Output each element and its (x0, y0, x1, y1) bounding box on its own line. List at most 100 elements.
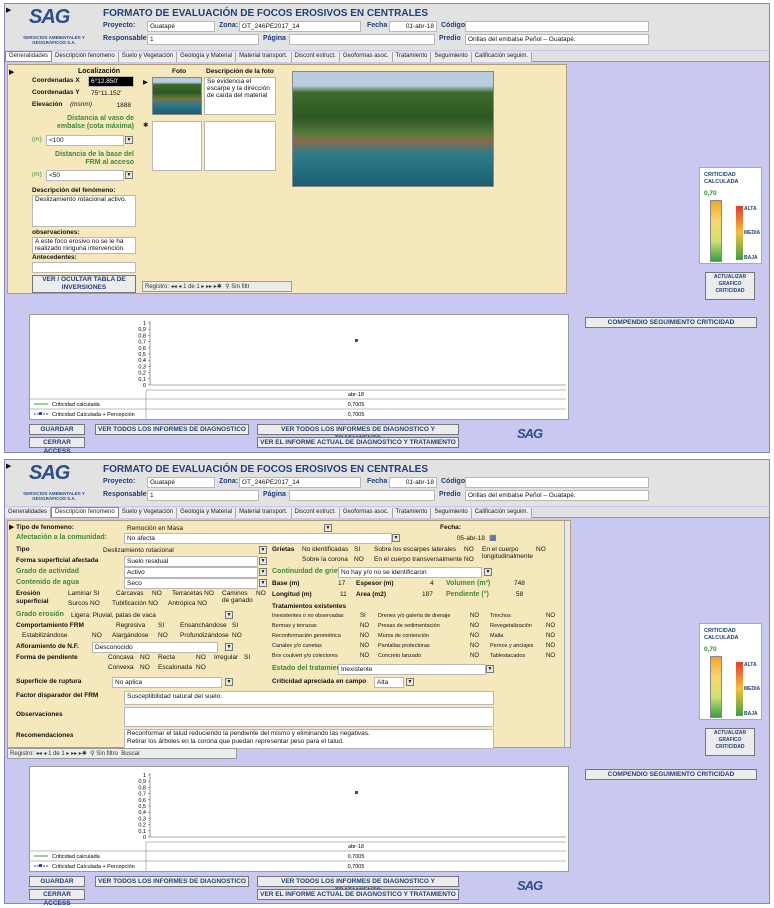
responsable-field[interactable]: 1 (147, 490, 259, 501)
convexa-value[interactable]: NO (140, 664, 150, 671)
dropdown-arrow-icon[interactable]: ▼ (225, 643, 233, 651)
profund-value[interactable]: NO (232, 632, 242, 639)
guardar-button[interactable]: GUARDAR (29, 876, 85, 887)
afectacion-field[interactable]: No afecta (124, 533, 392, 544)
trat-value[interactable]: NO (470, 653, 479, 659)
en-cuerpo-trans-value[interactable]: NO (464, 556, 474, 563)
codigo-field[interactable] (465, 21, 649, 32)
trat-value[interactable]: NO (360, 643, 369, 649)
carcavas-value[interactable]: NO (152, 590, 162, 597)
tab-suelo[interactable]: Suelo y Vegetación (118, 52, 178, 62)
tab-geologia[interactable]: Geología y Material (177, 508, 237, 518)
tipo-field[interactable]: Deslizamiento rotacional (100, 545, 258, 556)
tab-discont[interactable]: Discont estruct. (291, 52, 340, 62)
ver-diag-trat-button[interactable]: VER TODOS LOS INFORMES DE DIAGNOSTICO Y … (257, 424, 459, 442)
trat-value[interactable]: NO (360, 653, 369, 659)
tab-suelo[interactable]: Suelo y Vegetación (118, 508, 178, 518)
tab-material[interactable]: Material transport. (236, 508, 292, 518)
factor-field[interactable]: Susceptibilidad natural del suelo. (124, 691, 494, 705)
dropdown-arrow-icon[interactable]: ▼ (125, 171, 133, 179)
trat-value[interactable]: NO (360, 623, 369, 629)
dropdown-arrow-icon[interactable]: ▼ (324, 524, 332, 532)
fecha-field[interactable]: 01-abr-18 (389, 477, 437, 488)
zona-field[interactable]: GT_246PE2017_14 (239, 477, 361, 488)
codigo-field[interactable] (465, 477, 649, 488)
crit-campo-field[interactable]: Alta (374, 677, 404, 688)
record-navigator[interactable]: Registro: ◂◂ ◂ 1 de 1 ▸ ▸▸ ▸✱ ⚲ Sin filt… (142, 281, 292, 292)
compendio-button[interactable]: COMPENDIO SEGUIMIENTO CRITICIDAD (585, 769, 757, 780)
cerrar-access-button[interactable]: CERRAR ACCESS (29, 889, 85, 907)
estabil-value[interactable]: NO (92, 632, 102, 639)
record-selector[interactable]: ▶ (9, 68, 14, 76)
responsable-field[interactable]: 1 (147, 34, 259, 45)
tab-seguimiento[interactable]: Seguimiento (431, 508, 472, 518)
tab-seguimiento[interactable]: Seguimiento (431, 52, 472, 62)
en-cuerpo-long-value[interactable]: NO (536, 546, 546, 553)
record-selector[interactable]: ▶ (143, 78, 148, 86)
tab-material[interactable]: Material transport. (236, 52, 292, 62)
contenido-field[interactable]: Seco (124, 578, 258, 589)
record-navigator[interactable]: Registro: ◂◂ ◂ 1 de 1 ▸ ▸▸ ▸✱ ⚲ Sin filt… (7, 748, 237, 759)
recta-value[interactable]: NO (196, 654, 206, 661)
dist-vaso-field[interactable]: <100 (46, 135, 124, 146)
pagina-field[interactable] (289, 490, 435, 501)
coord-x-field[interactable]: 6°12.850' (88, 76, 134, 87)
antecedentes-field[interactable] (32, 262, 136, 273)
dist-base-field[interactable]: <50 (46, 170, 124, 181)
trat-value[interactable]: NO (470, 613, 479, 619)
ver-informe-actual-button[interactable]: VER EL INFORME ACTUAL DE DIAGNOSTICO Y T… (257, 889, 459, 900)
regresiva-value[interactable]: SI (158, 622, 164, 629)
trat-value[interactable]: NO (360, 633, 369, 639)
tab-geologia[interactable]: Geología y Material (177, 52, 237, 62)
proyecto-field[interactable]: Guatapé (147, 477, 215, 488)
dropdown-arrow-icon[interactable]: ▼ (392, 534, 400, 542)
concava-value[interactable]: NO (140, 654, 150, 661)
proyecto-field[interactable]: Guatapé (147, 21, 215, 32)
elevacion-field[interactable]: 1888 (98, 100, 134, 111)
tab-tratamiento[interactable]: Tratamiento (392, 508, 432, 518)
photo-empty[interactable] (152, 121, 202, 171)
escalonada-value[interactable]: NO (196, 664, 206, 671)
trat-value[interactable]: NO (470, 633, 479, 639)
dropdown-arrow-icon[interactable]: ▼ (259, 557, 267, 565)
trat-value[interactable]: NO (546, 653, 555, 659)
dropdown-arrow-icon[interactable]: ▼ (486, 665, 494, 673)
actualizar-grafico-button[interactable]: ACTUALIZAR GRAFICO CRITICIDAD (705, 272, 755, 300)
tab-descripcion[interactable]: Descripción fenomeno (51, 507, 119, 517)
ver-informe-actual-button[interactable]: VER EL INFORME ACTUAL DE DIAGNOSTICO Y T… (257, 437, 459, 448)
irregular-value[interactable]: SI (244, 654, 250, 661)
observaciones-field[interactable]: A este foco erosivo no se le ha realizad… (32, 237, 136, 254)
dropdown-arrow-icon[interactable]: ▼ (259, 579, 267, 587)
ver-diagnostico-button[interactable]: VER TODOS LOS INFORMES DE DIAGNOSTICO (95, 876, 249, 887)
dropdown-arrow-icon[interactable]: ▼ (484, 568, 492, 576)
calendar-icon[interactable]: ▦ (489, 533, 497, 542)
trat-value[interactable]: NO (546, 613, 555, 619)
compendio-button[interactable]: COMPENDIO SEGUIMIENTO CRITICIDAD (585, 317, 757, 328)
desc-foto-empty[interactable] (204, 121, 276, 171)
caminos-value[interactable]: NO (256, 590, 266, 597)
ensanch-value[interactable]: SI (232, 622, 238, 629)
longitud-value[interactable]: 11 (340, 591, 347, 598)
grado-act-field[interactable]: Activo (124, 567, 258, 578)
zona-field[interactable]: GT_246PE2017_14 (239, 21, 361, 32)
trat-value[interactable]: NO (546, 633, 555, 639)
tab-calificacion[interactable]: Calificación seguim. (471, 52, 533, 62)
record-selector[interactable]: ▶ (6, 6, 11, 14)
observaciones-desc-field[interactable] (124, 707, 494, 727)
base-value[interactable]: 17 (338, 580, 345, 587)
espesor-value[interactable]: 4 (430, 580, 434, 587)
tab-discont[interactable]: Discont estruct. (291, 508, 340, 518)
ver-diagnostico-button[interactable]: VER TODOS LOS INFORMES DE DIAGNOSTICO (95, 424, 249, 435)
trat-value[interactable]: NO (470, 643, 479, 649)
ver-ocultar-inversiones-button[interactable]: VER / OCULTAR TABLA DE INVERSIONES (32, 275, 136, 293)
trat-value[interactable]: NO (546, 623, 555, 629)
dropdown-arrow-icon[interactable]: ▼ (225, 678, 233, 686)
volumen-value[interactable]: 748 (514, 580, 525, 587)
trat-value[interactable]: SI (360, 613, 366, 619)
pagina-field[interactable] (289, 34, 435, 45)
sup-rup-field[interactable]: No aplica (112, 677, 222, 688)
desc-foto-field[interactable]: Se evidencia el escarpe y la dirección d… (204, 77, 276, 115)
actualizar-grafico-button[interactable]: ACTUALIZAR GRAFICO CRITICIDAD (705, 728, 755, 756)
pendiente-value[interactable]: 58 (516, 591, 523, 598)
record-selector[interactable]: ▶ (6, 462, 11, 470)
